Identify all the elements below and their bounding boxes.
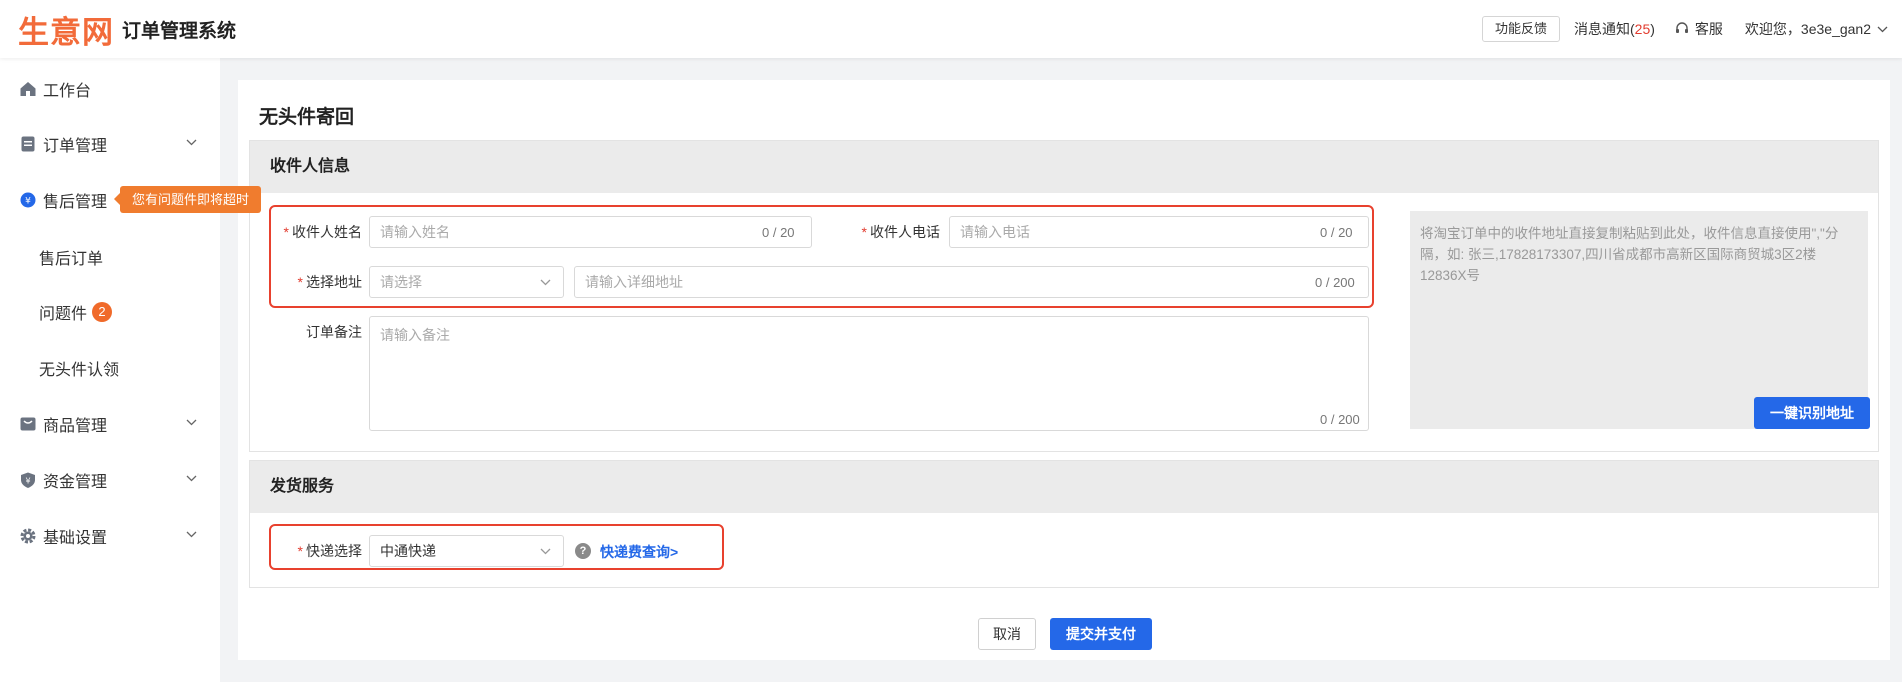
receiver-section: 收件人信息 *收件人姓名 0 / 20 *收件人电话 0 / 20 *选择地址 …	[249, 140, 1879, 452]
express-label: * 快递选择	[297, 543, 362, 559]
sidebar-subitem-unclaimed[interactable]: 无头件认领	[0, 348, 220, 388]
sidebar-item-label: 订单管理	[43, 138, 108, 155]
help-icon[interactable]: ?	[575, 543, 591, 559]
express-value: 中通快递	[380, 543, 436, 559]
sidebar-item-funds[interactable]: ¥ 资金管理	[0, 460, 220, 500]
remark-label: 订单备注	[306, 324, 362, 340]
customer-service-link[interactable]: 客服	[1675, 19, 1723, 39]
notice-count: 25	[1634, 21, 1651, 37]
notice-link[interactable]: 消息通知(25)	[1574, 19, 1655, 39]
main-card: 无头件寄回 收件人信息 *收件人姓名 0 / 20 *收件人电话 0 / 20 …	[238, 80, 1890, 660]
recognize-address-button[interactable]: 一键识别地址	[1754, 397, 1870, 429]
order-icon	[21, 136, 35, 152]
name-char-count: 0 / 20	[762, 225, 795, 240]
shield-icon: ¥	[21, 472, 35, 488]
home-icon	[20, 82, 36, 96]
chevron-down-icon	[1877, 26, 1888, 32]
logo-text: 生意网	[18, 14, 114, 51]
shipping-section: 发货服务 * 快递选择 中通快递 ? 快递费查询>	[249, 460, 1879, 588]
sidebar-item-label: 资金管理	[43, 474, 108, 491]
address-detail-input[interactable]	[574, 266, 1369, 298]
svg-text:¥: ¥	[25, 477, 30, 486]
sidebar-subitem-label: 售后订单	[39, 251, 104, 268]
remark-placeholder: 请输入备注	[380, 327, 450, 343]
region-select[interactable]: 请选择	[369, 266, 564, 298]
system-name: 订单管理系统	[122, 20, 237, 42]
region-placeholder: 请选择	[380, 274, 422, 290]
sidebar-item-orders[interactable]: 订单管理	[0, 124, 220, 164]
receiver-phone-input[interactable]	[949, 216, 1369, 248]
remark-char-count: 0 / 200	[1320, 412, 1360, 427]
paste-hint: 将淘宝订单中的收件地址直接复制粘贴到此处，收件信息直接使用","分隔，如: 张三…	[1420, 226, 1839, 283]
headset-icon	[1675, 22, 1688, 33]
top-header: 生意网 订单管理系统 功能反馈 消息通知(25) 客服 欢迎您，3e3e_gan…	[0, 0, 1902, 58]
feedback-button[interactable]: 功能反馈	[1481, 16, 1560, 42]
phone-char-count: 0 / 20	[1320, 225, 1353, 240]
sidebar-item-goods[interactable]: 商品管理	[0, 404, 220, 444]
timeout-tooltip: 您有问题件即将超时	[113, 186, 262, 213]
receiver-name-input[interactable]	[369, 216, 812, 248]
chevron-down-icon	[186, 419, 197, 426]
sidebar-subitem-label: 无头件认领	[39, 362, 120, 379]
section-title: 发货服务	[250, 461, 1878, 513]
sidebar-subitem-problem-items[interactable]: 问题件 2	[0, 292, 220, 332]
notice-close: )	[1650, 21, 1655, 37]
receiver-name-label: * 收件人姓名	[283, 224, 362, 240]
welcome-label: 欢迎您，3e3e_gan2	[1744, 21, 1871, 37]
gear-icon	[20, 528, 36, 544]
aftersale-icon: ¥	[20, 192, 36, 208]
notice-label: 消息通知(	[1574, 21, 1635, 37]
user-menu[interactable]: 欢迎您，3e3e_gan2	[1745, 19, 1888, 39]
chevron-down-icon	[186, 475, 197, 482]
cancel-button[interactable]: 取消	[978, 618, 1036, 650]
sidebar-item-workbench[interactable]: 工作台	[0, 69, 220, 109]
sidebar-item-label: 商品管理	[43, 418, 108, 435]
sidebar-item-label: 工作台	[43, 83, 92, 100]
section-title: 收件人信息	[250, 141, 1878, 193]
svg-text:¥: ¥	[25, 197, 31, 207]
chevron-down-icon	[540, 548, 551, 555]
address-label: * 选择地址	[297, 274, 362, 290]
sidebar-item-label: 售后管理	[43, 194, 108, 211]
sidebar-subitem-aftersale-orders[interactable]: 售后订单	[0, 237, 220, 277]
express-fee-link[interactable]: 快递费查询>	[600, 542, 678, 562]
chevron-down-icon	[186, 139, 197, 146]
chevron-down-icon	[186, 531, 197, 538]
sidebar-item-label: 基础设置	[43, 530, 108, 547]
submit-pay-button[interactable]: 提交并支付	[1050, 618, 1152, 650]
receiver-phone-label: * 收件人电话	[861, 224, 940, 240]
remark-textarea[interactable]: 请输入备注	[369, 316, 1369, 431]
detail-char-count: 0 / 200	[1315, 275, 1355, 290]
sidebar: 工作台 订单管理 ¥ 售后管理 售后订单 问题件 2 无头件认领 商品管理 ¥ …	[0, 58, 220, 682]
goods-icon	[20, 417, 36, 431]
count-badge: 2	[92, 302, 112, 322]
sidebar-item-settings[interactable]: 基础设置	[0, 516, 220, 556]
service-label: 客服	[1694, 21, 1723, 37]
header-actions: 功能反馈 消息通知(25) 客服 欢迎您，3e3e_gan2	[1481, 0, 1888, 58]
page-title: 无头件寄回	[259, 107, 355, 128]
sidebar-subitem-label: 问题件	[39, 306, 88, 323]
express-select[interactable]: 中通快递	[369, 535, 564, 567]
chevron-down-icon	[540, 279, 551, 286]
logo[interactable]: 生意网 订单管理系统	[18, 11, 237, 51]
